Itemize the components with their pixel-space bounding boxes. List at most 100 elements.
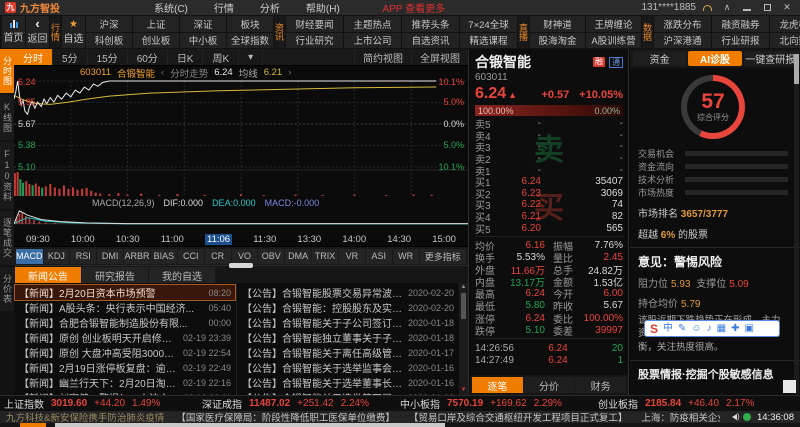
toolbar-button[interactable]: 创业板 [133, 33, 179, 49]
scroll-up-icon[interactable]: ▲ [461, 284, 467, 291]
view-tab[interactable]: F10资料 [0, 142, 14, 209]
ime-tool-icon[interactable]: ♪ [707, 324, 712, 334]
news-item[interactable]: 【新闻】2月20日资本市场预警 08:20 [15, 285, 235, 300]
toolbar-button[interactable]: 王牌缠论 [586, 16, 641, 32]
menu-item[interactable]: 行情 [214, 0, 234, 15]
indicator-tab[interactable]: OBV [258, 249, 284, 264]
view-tab[interactable]: 分时图 [0, 49, 14, 93]
home-button[interactable]: 首页 [2, 16, 25, 48]
announcement-item[interactable]: 【公告】合锻智能独立董事关于子公... 2020-01-18 [238, 330, 458, 345]
index-quote[interactable]: 上证指数 3019.60 +44.20 1.49% [4, 396, 202, 411]
customer-service-icon[interactable] [703, 5, 712, 11]
news-item[interactable]: 【新闻】原创 创业板明天开启修复行... 02-19 23:39 [15, 330, 235, 345]
news-item[interactable]: 【新闻】原创 大盘冲高受阻3000点，... 02-19 22:54 [15, 345, 235, 360]
period-tab[interactable]: 周K [203, 49, 239, 65]
ime-toolbar[interactable]: S 中✎☺♪▦✚▣ [644, 320, 780, 337]
ai-scroll-thumb[interactable] [794, 54, 799, 84]
quote-tab[interactable]: 逐笔 [472, 377, 523, 393]
toolbar-button[interactable]: 北向数据 [770, 33, 800, 49]
toolbar-button[interactable]: 股海淘金 [530, 33, 585, 49]
quote-tab[interactable]: 财务 [575, 377, 626, 393]
close-icon[interactable]: ✕ [779, 2, 795, 13]
index-quote[interactable]: 创业板指 2185.84 +46.40 2.17% [598, 396, 796, 411]
scroll-thumb[interactable] [461, 293, 466, 319]
quote-tab[interactable]: 分价 [524, 377, 575, 393]
bid-level-row[interactable]: 买5 6.20 565 [475, 222, 623, 234]
period-tab[interactable]: 15分 [88, 49, 128, 65]
ime-logo-icon[interactable]: S [650, 322, 658, 336]
announcement-item[interactable]: 【公告】合锻智能股票交易异常波动公告 2020-02-20 [238, 285, 458, 300]
announcement-item[interactable]: 【公告】合锻智能关于选举监事会主... 2020-01-16 [238, 360, 458, 375]
toolbar-button[interactable]: 龙虎榜单 [770, 16, 800, 32]
speaker-icon[interactable] [732, 414, 737, 420]
ime-tool-icon[interactable]: ▦ [717, 324, 726, 334]
news-item[interactable]: 【新闻】2月19日涨停板复盘：逾万亿... 02-19 22:49 [15, 360, 235, 375]
news-tab[interactable]: 新闻公告 [15, 267, 81, 283]
index-quote[interactable]: 深证成指 11487.02 +251.42 2.24% [202, 396, 400, 411]
view-tab[interactable]: 逐笔成交 [0, 211, 14, 265]
indicator-tab[interactable]: WR [393, 249, 419, 264]
prev-stock-icon[interactable]: ‹ [161, 67, 164, 78]
ticker-lead[interactable]: 九方科技&新安保险携手防治肺炎疫情 [6, 411, 164, 423]
toolbar-button[interactable]: 财神道 [530, 16, 585, 32]
taskbar-app-indicator[interactable] [20, 423, 46, 427]
toolbar-button[interactable]: 财经要闻 [286, 16, 343, 32]
restore-icon[interactable] [759, 3, 775, 13]
ime-tool-icon[interactable]: ▣ [744, 324, 753, 334]
indicator-tab[interactable]: MACD [16, 249, 43, 264]
news-scrollbar[interactable]: ▲ ▼ [459, 283, 468, 395]
announcement-item[interactable]: 【公告】合锻智能关于子公司签订《... 2020-01-18 [238, 315, 458, 330]
toolbar-button[interactable]: 自选资讯 [402, 33, 459, 49]
indicator-tab[interactable]: BIAS [151, 249, 177, 264]
menu-item[interactable]: 分析 [260, 0, 280, 15]
indicator-tab[interactable]: DMA [285, 249, 311, 264]
toolbar-button[interactable]: 7×24全球 [460, 16, 517, 32]
ai-tab[interactable]: 一键查研报 [744, 51, 797, 66]
pane-resize-handle[interactable] [229, 263, 253, 268]
news-item[interactable]: 【新闻】幽兰行天下：2月20日淘金早参 02-19 22:16 [15, 375, 235, 390]
toolbar-button[interactable]: 主题热点 [344, 16, 401, 32]
next-stock-icon[interactable]: › [288, 67, 291, 78]
indicator-tab[interactable]: TRIX [312, 249, 338, 264]
indicator-tab[interactable]: DMI [97, 249, 123, 264]
indicator-tab[interactable]: VO [232, 249, 258, 264]
indicator-tab[interactable]: RSI [70, 249, 96, 264]
toolbar-button[interactable]: 沪深 [86, 16, 132, 32]
toolbar-button[interactable]: A股训练营 [586, 33, 641, 49]
view-tab[interactable]: K线图 [0, 95, 14, 140]
toolbar-button[interactable]: 上证 [133, 16, 179, 32]
back-button[interactable]: ‹ 返回 [26, 16, 49, 48]
menu-item[interactable]: 帮助(H) [306, 0, 340, 15]
ticker-item[interactable]: 【国家医疗保障局：阶段性降低职工医保单位缴费】 [176, 411, 395, 423]
toolbar-button[interactable]: 沪深港通 [654, 33, 711, 49]
news-tab[interactable]: 我的自选 [149, 267, 215, 283]
indicator-tab[interactable]: CR [205, 249, 231, 264]
indicator-tab[interactable]: 更多指标 [420, 249, 467, 264]
period-tab[interactable]: 5分 [53, 49, 88, 65]
ime-tool-icon[interactable]: 中 [663, 324, 673, 334]
fullscreen-view-button[interactable]: 全屏视图 [411, 49, 468, 65]
collapse-icon[interactable]: ∧ [719, 2, 735, 13]
simple-view-button[interactable]: 简约视图 [354, 49, 411, 65]
toolbar-button[interactable]: 涨跌分布 [654, 16, 711, 32]
ime-tool-icon[interactable]: ☺ [691, 324, 701, 334]
toolbar-button[interactable]: 推荐头条 [402, 16, 459, 32]
ai-tab[interactable]: AI诊股 [688, 51, 741, 66]
ime-tool-icon[interactable]: ✚ [731, 324, 739, 334]
green-status-icon[interactable] [743, 413, 751, 421]
scroll-down-icon[interactable]: ▼ [461, 387, 467, 394]
news-tab[interactable]: 研究报告 [82, 267, 148, 283]
period-tab[interactable]: 60分 [128, 49, 168, 65]
view-tab[interactable]: 分价表 [0, 267, 14, 311]
toolbar-button[interactable]: 板块 [227, 16, 273, 32]
toolbar-button[interactable]: 行业研究 [286, 33, 343, 49]
minimize-icon[interactable] [739, 3, 755, 13]
announcement-item[interactable]: 【公告】合锻智能：控股股东及实际... 2020-02-20 [238, 300, 458, 315]
period-tab[interactable]: ▾ [239, 49, 263, 65]
announcement-item[interactable]: 【公告】合锻智能关于离任高级管理... 2020-01-17 [238, 345, 458, 360]
index-quote[interactable]: 中小板指 7570.19 +169.62 2.29% [400, 396, 598, 411]
news-item[interactable]: 【新闻】A股头条：央行表示中国经济... 05:40 [15, 300, 235, 315]
indicator-tab[interactable]: ARBR [124, 249, 150, 264]
ticker-item[interactable]: 上海：防疫相关企业申请均可随时申请随时受理。 [641, 411, 720, 423]
ai-tab[interactable]: 资金 [633, 51, 686, 66]
